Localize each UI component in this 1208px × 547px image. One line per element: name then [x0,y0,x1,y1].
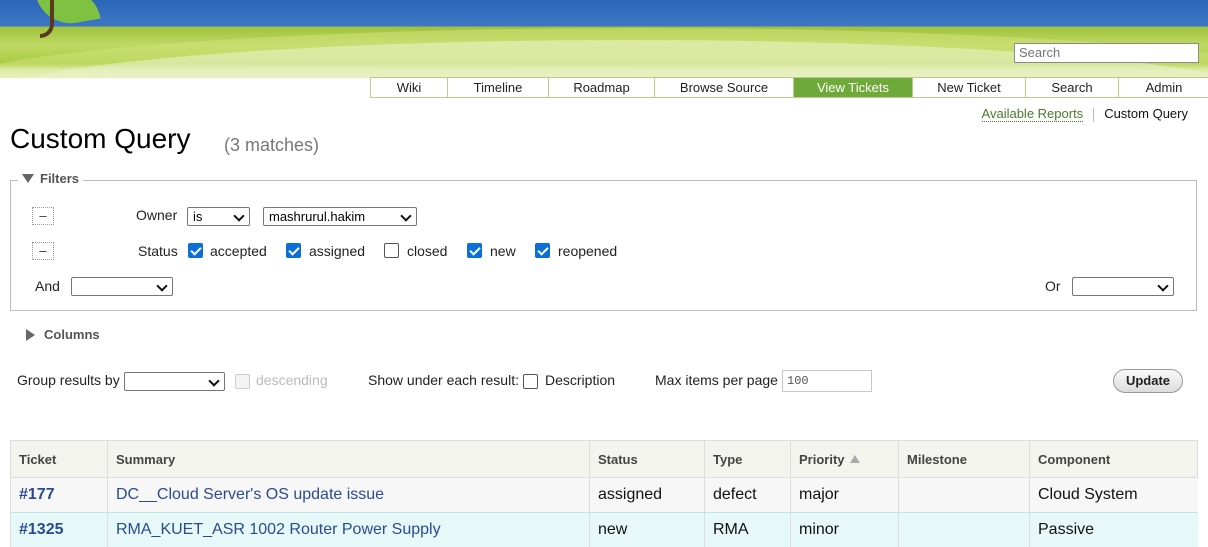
available-reports-link[interactable]: Available Reports [982,106,1084,122]
column-header-label: Type [713,452,742,467]
column-header-label: Ticket [19,452,56,467]
chevron-down-icon [156,280,167,291]
nav-item-browse-source[interactable]: Browse Source [654,78,793,97]
owner-mode-select[interactable]: is [187,207,250,226]
descending-label: descending [256,372,328,388]
filters-legend-label: Filters [40,171,79,186]
column-header-label: Component [1038,452,1110,467]
ticket-summary-link[interactable]: RMA_KUET_ASR 1002 Router Power Supply [116,521,441,538]
ticket-component: Cloud System [1030,478,1198,513]
and-label: And [35,278,60,294]
nav-item-roadmap[interactable]: Roadmap [548,78,654,97]
column-header-summary[interactable]: Summary [108,441,590,478]
main-nav: Wiki Timeline Roadmap Browse Source View… [370,77,1208,98]
max-items-input[interactable]: 100 [782,370,872,392]
site-banner [0,0,1208,78]
custom-query-label: Custom Query [1104,106,1188,122]
owner-mode-value: is [193,209,202,224]
status-assigned-checkbox[interactable] [286,243,301,258]
status-reopened-checkbox[interactable] [535,243,550,258]
chevron-down-icon [400,210,411,221]
ticket-id-link[interactable]: #177 [19,486,55,503]
status-filter-label: Status [138,243,178,259]
status-new-checkbox[interactable] [467,243,482,258]
column-header-label: Priority [799,452,845,467]
column-header-status[interactable]: Status [590,441,705,478]
page-title: Custom Query [10,123,191,155]
descending-checkbox[interactable] [235,374,250,389]
owner-value-select[interactable]: mashrurul.hakim [263,207,417,226]
description-checkbox[interactable] [523,374,538,389]
ticket-priority: major [791,478,899,513]
ticket-milestone [899,478,1030,513]
match-count: (3 matches) [224,135,319,156]
status-reopened-label: reopened [558,243,617,259]
nav-item-timeline[interactable]: Timeline [447,78,548,97]
context-nav-separator [1093,108,1094,122]
status-closed-checkbox[interactable] [384,243,399,258]
column-header-priority[interactable]: Priority [791,441,899,478]
owner-value: mashrurul.hakim [269,209,365,224]
remove-status-filter-button[interactable]: – [32,242,54,260]
chevron-down-icon [208,375,219,386]
columns-label: Columns [44,327,100,342]
filters-toggle[interactable]: Filters [18,171,83,186]
chevron-down-icon [1157,280,1168,291]
logo-tree-icon [40,0,54,38]
max-items-label: Max items per page [655,372,778,388]
remove-owner-filter-button[interactable]: – [32,207,54,225]
column-header-milestone[interactable]: Milestone [899,441,1030,478]
ticket-id-link[interactable]: #1325 [19,521,64,538]
column-header-type[interactable]: Type [705,441,791,478]
status-closed-label: closed [407,243,447,259]
collapse-triangle-icon [26,329,35,341]
status-assigned-label: assigned [309,243,365,259]
nav-item-admin[interactable]: Admin [1118,78,1208,97]
nav-item-view-tickets[interactable]: View Tickets [793,78,912,97]
owner-filter-label: Owner [136,207,177,223]
group-by-label: Group results by [17,372,120,388]
column-header-ticket[interactable]: Ticket [11,441,108,478]
column-header-label: Milestone [907,452,967,467]
column-header-label: Status [598,452,638,467]
nav-item-wiki[interactable]: Wiki [370,78,447,97]
nav-item-search[interactable]: Search [1025,78,1118,97]
expand-triangle-icon [22,174,34,183]
and-filter-select[interactable] [71,277,173,296]
sort-ascending-icon [850,455,860,463]
column-header-component[interactable]: Component [1030,441,1198,478]
tickets-table: Ticket Summary Status Type Priority Mile… [10,440,1198,547]
table-header-row: Ticket Summary Status Type Priority Mile… [11,441,1198,478]
table-row: #177 DC__Cloud Server's OS update issue … [11,478,1198,513]
context-nav: Available Reports Custom Query [982,106,1188,122]
update-button[interactable]: Update [1113,369,1183,393]
ticket-summary-link[interactable]: DC__Cloud Server's OS update issue [116,486,384,503]
columns-toggle[interactable]: Columns [26,327,100,342]
or-filter-select[interactable] [1072,277,1174,296]
chevron-down-icon [233,210,244,221]
status-accepted-label: accepted [210,243,267,259]
nav-item-new-ticket[interactable]: New Ticket [912,78,1025,97]
or-label: Or [1045,278,1061,294]
column-header-label: Summary [116,452,175,467]
ticket-status: assigned [590,478,705,513]
show-under-label: Show under each result: [368,372,519,388]
description-label: Description [545,372,615,388]
group-by-select[interactable] [124,372,225,391]
site-search-input[interactable]: Search [1014,43,1199,63]
status-new-label: new [490,243,516,259]
status-accepted-checkbox[interactable] [188,243,203,258]
ticket-type: defect [705,478,791,513]
